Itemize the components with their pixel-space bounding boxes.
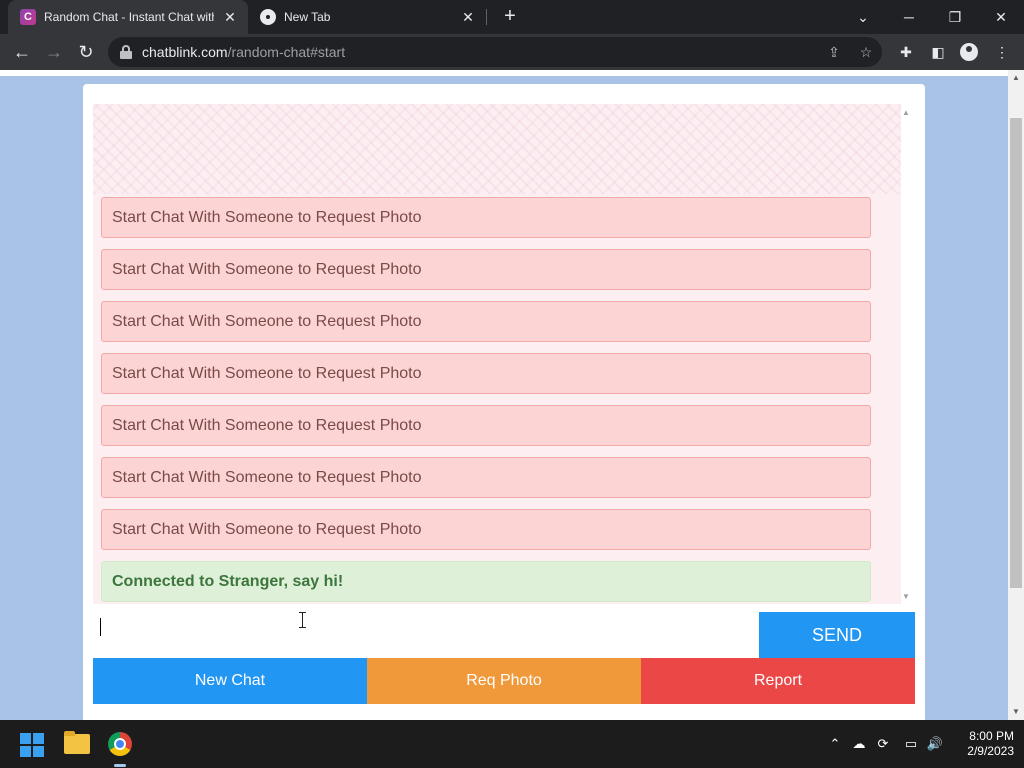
chat-background-pattern bbox=[93, 104, 901, 194]
chrome-taskbar-icon[interactable] bbox=[108, 732, 132, 756]
side-panel-icon[interactable]: ◧ bbox=[928, 42, 948, 62]
file-explorer-icon[interactable] bbox=[64, 731, 90, 754]
chat-scroll-down-arrow-icon[interactable]: ▼ bbox=[900, 592, 912, 602]
chatblink-favicon-icon: C bbox=[20, 9, 36, 25]
onedrive-cloud-icon[interactable]: ☁ bbox=[850, 735, 868, 753]
tab-new-tab[interactable]: New Tab ✕ bbox=[248, 0, 486, 34]
active-app-indicator bbox=[114, 764, 126, 767]
address-bar[interactable]: chatblink.com/random-chat#start ⇪ ☆ bbox=[108, 37, 882, 67]
browser-toolbar: ← → ↻ chatblink.com/random-chat#start ⇪ … bbox=[0, 34, 1024, 70]
show-hidden-icons-chevron-icon[interactable]: ⌃ bbox=[826, 735, 844, 753]
scrollbar-thumb[interactable] bbox=[1010, 118, 1022, 588]
scroll-down-arrow-icon[interactable]: ▼ bbox=[1008, 704, 1024, 720]
message-input[interactable] bbox=[93, 612, 759, 658]
back-arrow-icon[interactable]: ← bbox=[8, 38, 36, 66]
sync-icon[interactable]: ⟳ bbox=[874, 735, 892, 753]
clock-time: 8:00 PM bbox=[969, 729, 1014, 743]
text-caret bbox=[100, 618, 101, 636]
system-message: Start Chat With Someone to Request Photo bbox=[101, 509, 871, 550]
url-host: chatblink.com bbox=[142, 44, 228, 60]
volume-icon[interactable]: 🔊 bbox=[926, 735, 944, 753]
url-path: /random-chat#start bbox=[227, 44, 346, 60]
url-text[interactable]: chatblink.com/random-chat#start bbox=[142, 44, 345, 60]
page-scrollbar[interactable]: ▲ ▼ bbox=[1008, 70, 1024, 720]
forward-arrow-icon[interactable]: → bbox=[40, 38, 68, 66]
chat-log[interactable]: Start Chat With Someone to Request Photo… bbox=[93, 104, 901, 604]
bookmark-star-icon[interactable]: ☆ bbox=[856, 42, 876, 62]
restore-button[interactable]: ❐ bbox=[932, 4, 978, 30]
new-tab-button[interactable]: + bbox=[498, 5, 522, 29]
tab-title: New Tab bbox=[284, 10, 331, 24]
system-message: Start Chat With Someone to Request Photo bbox=[101, 353, 871, 394]
system-message: Start Chat With Someone to Request Photo bbox=[101, 405, 871, 446]
req-photo-button[interactable]: Req Photo bbox=[367, 658, 641, 704]
system-message: Start Chat With Someone to Request Photo bbox=[101, 457, 871, 498]
network-icon[interactable]: ▭ bbox=[902, 735, 920, 753]
system-message: Start Chat With Someone to Request Photo bbox=[101, 301, 871, 342]
ibeam-cursor-icon bbox=[299, 612, 307, 628]
tab-random-chat[interactable]: C Random Chat - Instant Chat with ✕ bbox=[8, 0, 248, 34]
tab-search-chevron-icon[interactable]: ⌄ bbox=[840, 4, 886, 30]
clock-date: 2/9/2023 bbox=[967, 744, 1014, 758]
close-tab-icon[interactable]: ✕ bbox=[222, 9, 238, 25]
system-message: Start Chat With Someone to Request Photo bbox=[101, 197, 871, 238]
connected-status-message: Connected to Stranger, say hi! bbox=[101, 561, 871, 602]
chat-scroll-up-arrow-icon[interactable]: ▲ bbox=[900, 108, 912, 118]
close-tab-icon[interactable]: ✕ bbox=[460, 9, 476, 25]
windows-taskbar: ⌃ ☁ ⟳ ▭ 🔊 8:00 PM 2/9/2023 bbox=[0, 720, 1024, 768]
windows-start-icon[interactable] bbox=[20, 733, 44, 757]
close-window-button[interactable]: ✕ bbox=[978, 4, 1024, 30]
browser-titlebar: C Random Chat - Instant Chat with ✕ New … bbox=[0, 0, 1024, 34]
more-menu-icon[interactable]: ⋮ bbox=[992, 42, 1012, 62]
send-button[interactable]: SEND bbox=[759, 612, 915, 658]
minimize-button[interactable]: ─ bbox=[886, 4, 932, 30]
share-icon[interactable]: ⇪ bbox=[824, 42, 844, 62]
extensions-puzzle-icon[interactable]: ✚ bbox=[896, 42, 916, 62]
report-button[interactable]: Report bbox=[641, 658, 915, 704]
tab-title: Random Chat - Instant Chat with bbox=[44, 10, 214, 24]
lock-icon[interactable] bbox=[120, 45, 132, 59]
chrome-favicon-icon bbox=[260, 9, 276, 25]
tab-divider bbox=[486, 9, 487, 25]
reload-icon[interactable]: ↻ bbox=[72, 38, 100, 66]
page-header-strip bbox=[0, 70, 1008, 76]
system-message: Start Chat With Someone to Request Photo bbox=[101, 249, 871, 290]
profile-avatar-icon[interactable] bbox=[960, 43, 978, 61]
new-chat-button[interactable]: New Chat bbox=[93, 658, 367, 704]
scroll-up-arrow-icon[interactable]: ▲ bbox=[1008, 70, 1024, 86]
system-clock[interactable]: 8:00 PM 2/9/2023 bbox=[944, 729, 1014, 759]
